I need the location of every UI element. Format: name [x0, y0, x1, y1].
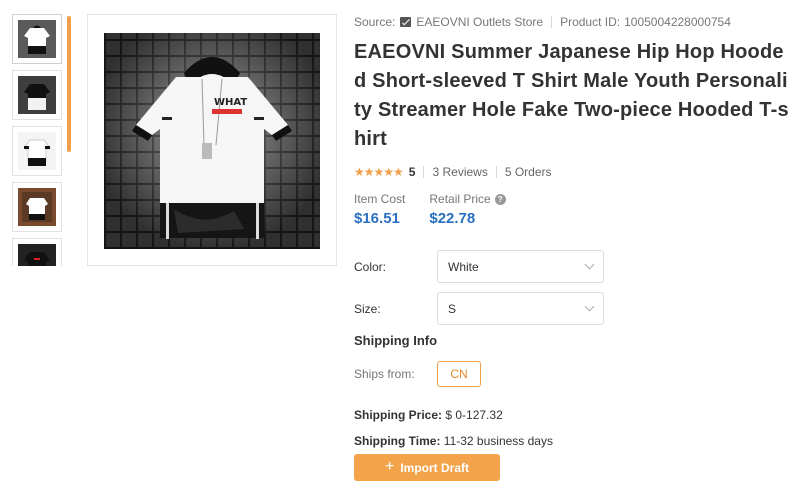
size-select-value: S	[448, 301, 457, 316]
shipping-info-title: Shipping Info	[354, 333, 438, 348]
shipping-time-value: 11-32 business days	[443, 434, 553, 448]
color-label: Color:	[354, 259, 387, 274]
tshirt-illustration: WHAT	[132, 57, 292, 239]
svg-text:WHAT: WHAT	[214, 97, 247, 108]
options-area: Color: White Size: S Shipping Info Ships…	[354, 0, 794, 501]
shipping-price-value: $ 0-127.32	[445, 408, 503, 422]
thumbnail-image	[18, 20, 56, 58]
thumbnail-2[interactable]	[12, 70, 62, 120]
main-image-frame: WHAT	[87, 14, 337, 266]
shipping-price-label: Shipping Price:	[354, 408, 443, 422]
import-draft-label: Import Draft	[400, 460, 469, 475]
thumbnail-3[interactable]	[12, 126, 62, 176]
thumbnail-image	[18, 76, 56, 114]
size-select[interactable]: S	[437, 292, 604, 325]
thumbnail-image	[18, 244, 56, 266]
size-option-row: Size: S	[354, 292, 604, 325]
ships-from-row: Ships from: CN	[354, 361, 481, 387]
thumbnail-4[interactable]	[12, 182, 62, 232]
chevron-down-icon	[584, 259, 595, 270]
plus-icon: +	[384, 457, 395, 475]
ships-from-chip[interactable]: CN	[437, 361, 481, 387]
shipping-price-row: Shipping Price: $ 0-127.32	[354, 408, 503, 422]
thumbnail-scrollbar[interactable]	[67, 16, 71, 152]
thumbnail-strip	[12, 14, 64, 266]
color-select[interactable]: White	[437, 250, 604, 283]
shipping-time-label: Shipping Time:	[354, 434, 441, 448]
thumbnail-1[interactable]	[12, 14, 62, 64]
thumbnail-image	[18, 188, 56, 226]
thumbnail-5[interactable]	[12, 238, 62, 266]
color-select-value: White	[448, 259, 479, 274]
ships-from-label: Ships from:	[354, 367, 415, 381]
shipping-time-row: Shipping Time: 11-32 business days	[354, 434, 553, 448]
chevron-down-icon	[584, 301, 595, 312]
color-option-row: Color: White	[354, 250, 604, 283]
import-draft-button[interactable]: + Import Draft	[354, 454, 500, 481]
thumbnail-image	[18, 132, 56, 170]
size-label: Size:	[354, 301, 381, 316]
main-product-image[interactable]: WHAT	[104, 33, 320, 249]
